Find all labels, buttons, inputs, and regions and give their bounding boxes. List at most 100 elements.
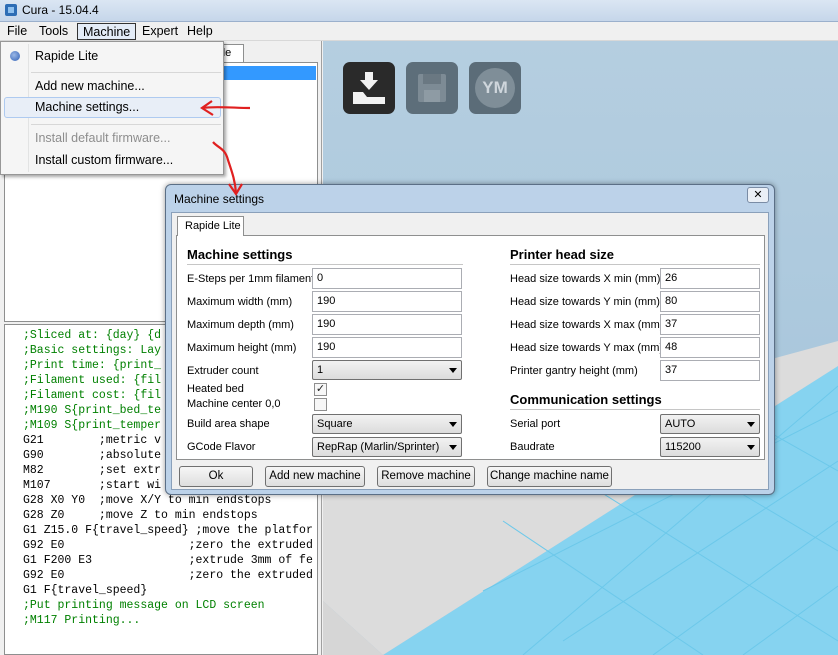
gcode-flavor-select[interactable]: RepRap (Marlin/Sprinter) (312, 437, 462, 457)
build-area-value: Square (317, 418, 353, 430)
section-divider (187, 264, 463, 265)
gcode-line: G28 Z0 ;move Z to min endstops (23, 509, 258, 522)
head-ymin-label: Head size towards Y min (mm) (510, 296, 660, 308)
serial-port-value: AUTO (665, 418, 696, 430)
esteps-label: E-Steps per 1mm filament (187, 273, 315, 285)
max-width-input[interactable]: 190 (312, 291, 462, 312)
cura-app-icon (5, 4, 17, 16)
menu-item-install-custom-firmware[interactable]: Install custom firmware... (35, 150, 173, 170)
gantry-label: Printer gantry height (mm) (510, 365, 638, 377)
gcode-line: M82 ;set extr (23, 464, 162, 477)
machine-settings-dialog: Machine settings ✕ Rapide Lite Machine s… (165, 184, 775, 495)
menu-separator (31, 124, 221, 125)
add-machine-button[interactable]: Add new machine (265, 466, 365, 487)
gcode-line: ;Filament cost: {fil (23, 389, 162, 402)
menu-tools[interactable]: Tools (34, 23, 73, 40)
gcode-line: ;M190 S{print_bed_te (23, 404, 162, 417)
gcode-line: G90 ;absolute (23, 449, 162, 462)
printer-head-heading: Printer head size (510, 247, 615, 262)
save-gcode-button[interactable] (406, 62, 458, 114)
settings-panel: Machine settings E-Steps per 1mm filamen… (176, 235, 765, 460)
menu-machine[interactable]: Machine (77, 23, 137, 40)
extruder-count-value: 1 (317, 364, 324, 376)
max-depth-label: Maximum depth (mm) (187, 319, 294, 331)
dialog-title: Machine settings (174, 192, 265, 206)
gcode-line: G1 F{travel_speed} (23, 584, 148, 597)
load-model-button[interactable] (343, 62, 395, 114)
machine-center-checkbox[interactable] (314, 398, 327, 411)
baudrate-value: 115200 (665, 441, 701, 453)
head-ymax-input[interactable]: 48 (660, 337, 760, 358)
gcode-line: M107 ;start wi (23, 479, 162, 492)
gcode-line: G28 X0 Y0 ;move X/Y to min endstops (23, 494, 272, 507)
youmagine-button[interactable]: YM (469, 62, 521, 114)
close-icon[interactable]: ✕ (747, 187, 769, 203)
menu-help[interactable]: Help (182, 23, 218, 40)
chevron-down-icon (747, 422, 755, 427)
window-title: Cura - 15.04.4 (22, 3, 99, 17)
remove-machine-button[interactable]: Remove machine (377, 466, 475, 487)
gcode-line: G21 ;metric v (23, 434, 162, 447)
max-height-input[interactable]: 190 (312, 337, 462, 358)
head-xmax-input[interactable]: 37 (660, 314, 760, 335)
change-machine-name-button[interactable]: Change machine name (487, 466, 612, 487)
build-area-label: Build area shape (187, 418, 270, 430)
chevron-down-icon (747, 445, 755, 450)
machine-settings-heading: Machine settings (187, 247, 293, 262)
gcode-line: ;M117 Printing... (23, 614, 141, 627)
gantry-input[interactable]: 37 (660, 360, 760, 381)
communication-heading: Communication settings (510, 392, 662, 407)
chevron-down-icon (449, 368, 457, 373)
menu-item-machine-settings[interactable]: Machine settings... (35, 97, 139, 117)
gcode-line: G92 E0 ;zero the extruded (23, 569, 313, 582)
gcode-line: ;Filament used: {fil (23, 374, 162, 387)
gcode-line: ;Print time: {print_ (23, 359, 162, 372)
floppy-save-icon (418, 74, 446, 102)
section-divider (510, 409, 760, 410)
baudrate-label: Baudrate (510, 441, 555, 453)
max-depth-input[interactable]: 190 (312, 314, 462, 335)
menu-item-rapide-lite[interactable]: Rapide Lite (35, 46, 98, 66)
menu-file[interactable]: File (2, 23, 32, 40)
head-ymax-label: Head size towards Y max (mm) (510, 342, 664, 354)
dialog-body: Rapide Lite Machine settings E-Steps per… (171, 212, 769, 490)
extruder-count-select[interactable]: 1 (312, 360, 462, 380)
menu-expert[interactable]: Expert (137, 23, 183, 40)
gcode-flavor-label: GCode Flavor (187, 441, 256, 453)
menubar: File Tools Machine Expert Help (0, 22, 838, 41)
gcode-line: G92 E0 ;zero the extruded (23, 539, 313, 552)
baudrate-select[interactable]: 115200 (660, 437, 760, 457)
head-xmin-label: Head size towards X min (mm) (510, 273, 661, 285)
esteps-input[interactable]: 0 (312, 268, 462, 289)
head-ymin-input[interactable]: 80 (660, 291, 760, 312)
load-model-icon (353, 72, 385, 104)
gcode-line: ;M109 S{print_temper (23, 419, 162, 432)
menu-item-install-default-firmware[interactable]: Install default firmware... (35, 128, 170, 148)
chevron-down-icon (449, 445, 457, 450)
gcode-line: G1 Z15.0 F{travel_speed} ;move the platf… (23, 524, 313, 537)
gcode-line: ;Basic settings: Lay (23, 344, 162, 357)
chevron-down-icon (449, 422, 457, 427)
serial-port-label: Serial port (510, 418, 561, 430)
serial-port-select[interactable]: AUTO (660, 414, 760, 434)
extruder-count-label: Extruder count (187, 365, 259, 377)
tab-rapide-lite[interactable]: Rapide Lite (177, 216, 244, 236)
ok-button[interactable]: Ok (179, 466, 253, 487)
section-divider (510, 264, 760, 265)
machine-menu: Rapide Lite Add new machine... Machine s… (0, 41, 224, 175)
head-xmax-label: Head size towards X max (mm) (510, 319, 664, 331)
menu-item-add-new-machine[interactable]: Add new machine... (35, 76, 145, 96)
selected-machine-radio-icon (10, 51, 20, 61)
head-xmin-input[interactable]: 26 (660, 268, 760, 289)
gcode-line: ;Put printing message on LCD screen (23, 599, 265, 612)
machine-center-label: Machine center 0,0 (187, 398, 281, 410)
build-area-select[interactable]: Square (312, 414, 462, 434)
max-height-label: Maximum height (mm) (187, 342, 297, 354)
gcode-line: G1 F200 E3 ;extrude 3mm of fe (23, 554, 313, 567)
gcode-line: ;Sliced at: {day} {d (23, 329, 162, 342)
youmagine-icon: YM (475, 68, 515, 108)
menu-separator (31, 72, 221, 73)
heated-bed-checkbox[interactable]: ✓ (314, 383, 327, 396)
gcode-flavor-value: RepRap (Marlin/Sprinter) (317, 441, 440, 453)
window-titlebar: Cura - 15.04.4 (0, 0, 838, 22)
